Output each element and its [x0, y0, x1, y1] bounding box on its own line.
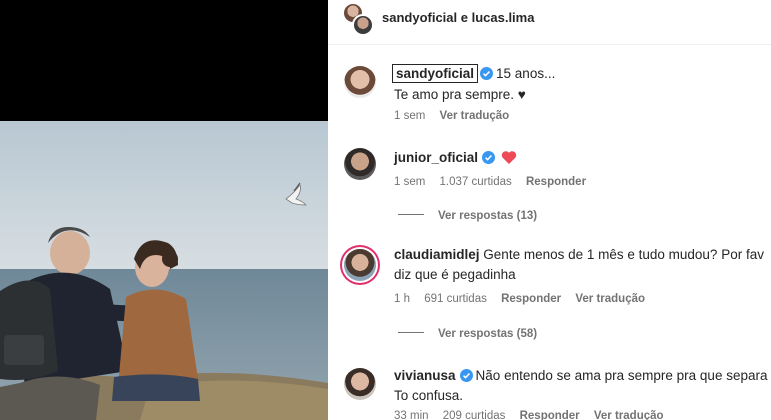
post-owner-title[interactable]: sandyoficial e lucas.lima: [382, 10, 534, 25]
see-translation-link[interactable]: Ver tradução: [594, 410, 664, 420]
comment-username[interactable]: vivianusa: [394, 368, 456, 383]
avatar[interactable]: [344, 66, 376, 98]
comments-panel: sandyoficial e lucas.lima sandyoficial 15…: [328, 0, 771, 420]
avatar-lucas-lima[interactable]: [352, 14, 374, 36]
avatar[interactable]: [344, 148, 376, 180]
view-replies-label: Ver respostas (13): [438, 210, 538, 222]
comment-time[interactable]: 33 min: [394, 410, 429, 420]
post-media-panel: [0, 0, 328, 420]
comment-text-line2: diz que é pegadinha: [394, 267, 516, 282]
comment-username[interactable]: junior_oficial: [394, 150, 478, 165]
comment-username[interactable]: claudiamidlej: [394, 247, 480, 262]
comment-text-line2: To confusa.: [394, 388, 464, 403]
heart-icon: [501, 151, 517, 164]
header-divider: [328, 44, 771, 45]
couple-on-cliff-image: [0, 121, 328, 420]
post-header: sandyoficial e lucas.lima: [328, 0, 771, 38]
comment-text: Gente menos de 1 mês e tudo mudou? Por f…: [483, 247, 764, 262]
see-translation-link[interactable]: Ver tradução: [575, 293, 645, 305]
post-photo[interactable]: [0, 121, 328, 420]
verified-badge-icon: [459, 369, 473, 382]
avatar[interactable]: [344, 249, 376, 281]
comment-text-line2: Te amo pra sempre. ♥: [394, 87, 526, 102]
comment-username[interactable]: sandyoficial: [391, 64, 479, 83]
avatar[interactable]: [344, 368, 376, 400]
see-translation-link[interactable]: Ver tradução: [440, 110, 510, 122]
reply-button[interactable]: Responder: [520, 410, 580, 420]
verified-badge-icon: [480, 67, 494, 80]
comment-likes[interactable]: 209 curtidas: [443, 410, 506, 420]
comment-time[interactable]: 1 sem: [394, 110, 425, 122]
view-replies-button[interactable]: Ver respostas (58): [398, 328, 537, 340]
verified-badge-icon: [482, 151, 496, 164]
comment-time[interactable]: 1 h: [394, 293, 410, 305]
reply-button[interactable]: Responder: [501, 293, 561, 305]
view-replies-label: Ver respostas (58): [438, 328, 538, 340]
comment-text: Não entendo se ama pra sempre pra que se…: [475, 368, 768, 383]
reply-button[interactable]: Responder: [526, 176, 586, 188]
comment-likes[interactable]: 691 curtidas: [424, 293, 487, 305]
comment-likes[interactable]: 1.037 curtidas: [440, 176, 512, 188]
comment-time[interactable]: 1 sem: [394, 176, 425, 188]
comment-text: 15 anos...: [496, 66, 556, 81]
replies-line: [398, 214, 424, 215]
replies-line: [398, 332, 424, 333]
view-replies-button[interactable]: Ver respostas (13): [398, 210, 537, 222]
collab-avatars[interactable]: [342, 2, 376, 36]
